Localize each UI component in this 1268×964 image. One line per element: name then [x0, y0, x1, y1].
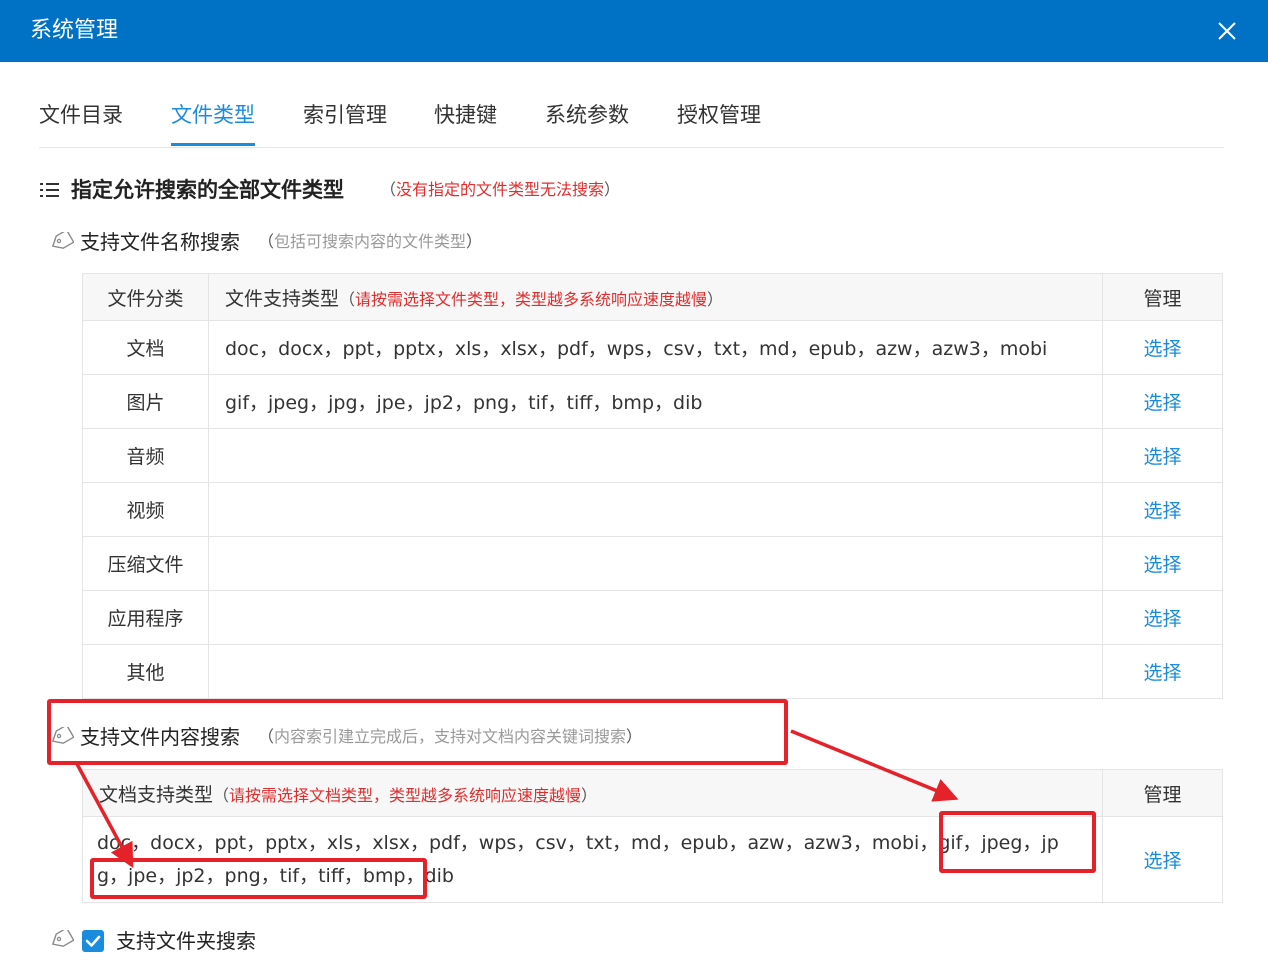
- section-note: （没有指定的文件类型无法搜索）: [380, 180, 621, 199]
- row-category: 视频: [82, 482, 209, 537]
- window-title: 系统管理: [30, 18, 119, 43]
- tab-file-types[interactable]: 文件类型: [171, 100, 255, 130]
- row-category: 文档: [82, 320, 209, 375]
- header-category: 文件分类: [82, 273, 209, 321]
- table-header-row: 文件分类 文件支持类型（请按需选择文件类型，类型越多系统响应速度越慢） 管理: [82, 273, 1223, 321]
- row-category: 应用程序: [82, 590, 209, 645]
- tab-system-parameters[interactable]: 系统参数: [545, 100, 629, 130]
- row-category: 音频: [82, 428, 209, 483]
- folder-search-checkbox[interactable]: [82, 930, 104, 952]
- table-row: 压缩文件 选择: [82, 536, 1223, 591]
- select-link-other[interactable]: 选择: [1143, 662, 1181, 684]
- header-manage: 管理: [1102, 769, 1223, 817]
- header-doc-types: 文档支持类型（请按需选择文档类型，类型越多系统响应速度越慢）: [82, 769, 1103, 817]
- header-types: 文件支持类型（请按需选择文件类型，类型越多系统响应速度越慢）: [208, 273, 1103, 321]
- tab-file-directory[interactable]: 文件目录: [39, 100, 123, 130]
- select-link-content-types[interactable]: 选择: [1143, 850, 1181, 872]
- active-tab-indicator: [171, 143, 255, 146]
- select-link-video[interactable]: 选择: [1143, 500, 1181, 522]
- checkmark-icon: [85, 935, 101, 947]
- name-search-note: （包括可搜索内容的文件类型）: [258, 232, 483, 251]
- table-row: 图片 gif，jpeg，jpg，jpe，jp2，png，tif，tiff，bmp…: [82, 374, 1223, 429]
- table-row: doc，docx，ppt，pptx，xls，xlsx，pdf，wps，csv，t…: [82, 816, 1223, 903]
- title-bar: 系统管理: [0, 0, 1268, 62]
- name-search-table: 文件分类 文件支持类型（请按需选择文件类型，类型越多系统响应速度越慢） 管理 文…: [82, 273, 1223, 699]
- tab-index-management[interactable]: 索引管理: [303, 100, 387, 130]
- row-types: [208, 428, 1103, 483]
- row-types: [208, 644, 1103, 699]
- content-search-table: 文档支持类型（请按需选择文档类型，类型越多系统响应速度越慢） 管理 doc，do…: [82, 769, 1223, 903]
- table-header-row: 文档支持类型（请按需选择文档类型，类型越多系统响应速度越慢） 管理: [82, 769, 1223, 817]
- list-icon: [40, 183, 59, 197]
- select-link-audio[interactable]: 选择: [1143, 446, 1181, 468]
- table-row: 应用程序 选择: [82, 590, 1223, 645]
- folder-search-label: 支持文件夹搜索: [116, 929, 256, 953]
- doc-types-cell: doc，docx，ppt，pptx，xls，xlsx，pdf，wps，csv，t…: [82, 816, 1103, 903]
- table-row: 文档 doc，docx，ppt，pptx，xls，xlsx，pdf，wps，cs…: [82, 320, 1223, 375]
- row-category: 压缩文件: [82, 536, 209, 591]
- row-types: [208, 590, 1103, 645]
- close-icon[interactable]: [1212, 16, 1242, 46]
- row-types: [208, 536, 1103, 591]
- tag-icon: [51, 232, 74, 249]
- select-link-archives[interactable]: 选择: [1143, 554, 1181, 576]
- row-types: [208, 482, 1103, 537]
- select-link-applications[interactable]: 选择: [1143, 608, 1181, 630]
- doc-types-list: doc，docx，ppt，pptx，xls，xlsx，pdf，wps，csv，t…: [97, 831, 1059, 887]
- tab-license-management[interactable]: 授权管理: [677, 100, 761, 130]
- name-search-title: 支持文件名称搜索: [80, 230, 240, 254]
- table-row: 其他 选择: [82, 644, 1223, 699]
- table-row: 音频 选择: [82, 428, 1223, 483]
- table-row: 视频 选择: [82, 482, 1223, 537]
- row-category: 图片: [82, 374, 209, 429]
- row-types: gif，jpeg，jpg，jpe，jp2，png，tif，tiff，bmp，di…: [208, 374, 1103, 429]
- row-category: 其他: [82, 644, 209, 699]
- select-link-images[interactable]: 选择: [1143, 392, 1181, 414]
- content-search-note: （内容索引建立完成后，支持对文档内容关键词搜索）: [258, 727, 643, 746]
- tag-icon: [51, 727, 74, 744]
- tab-bar: 文件目录 文件类型 索引管理 快捷键 系统参数 授权管理: [39, 96, 1224, 148]
- content-search-title: 支持文件内容搜索: [80, 725, 240, 749]
- select-link-documents[interactable]: 选择: [1143, 338, 1181, 360]
- tag-icon: [51, 930, 74, 947]
- header-manage: 管理: [1102, 273, 1223, 321]
- tab-shortcuts[interactable]: 快捷键: [434, 100, 497, 130]
- row-types: doc，docx，ppt，pptx，xls，xlsx，pdf，wps，csv，t…: [208, 320, 1103, 375]
- section-title: 指定允许搜索的全部文件类型: [71, 178, 344, 202]
